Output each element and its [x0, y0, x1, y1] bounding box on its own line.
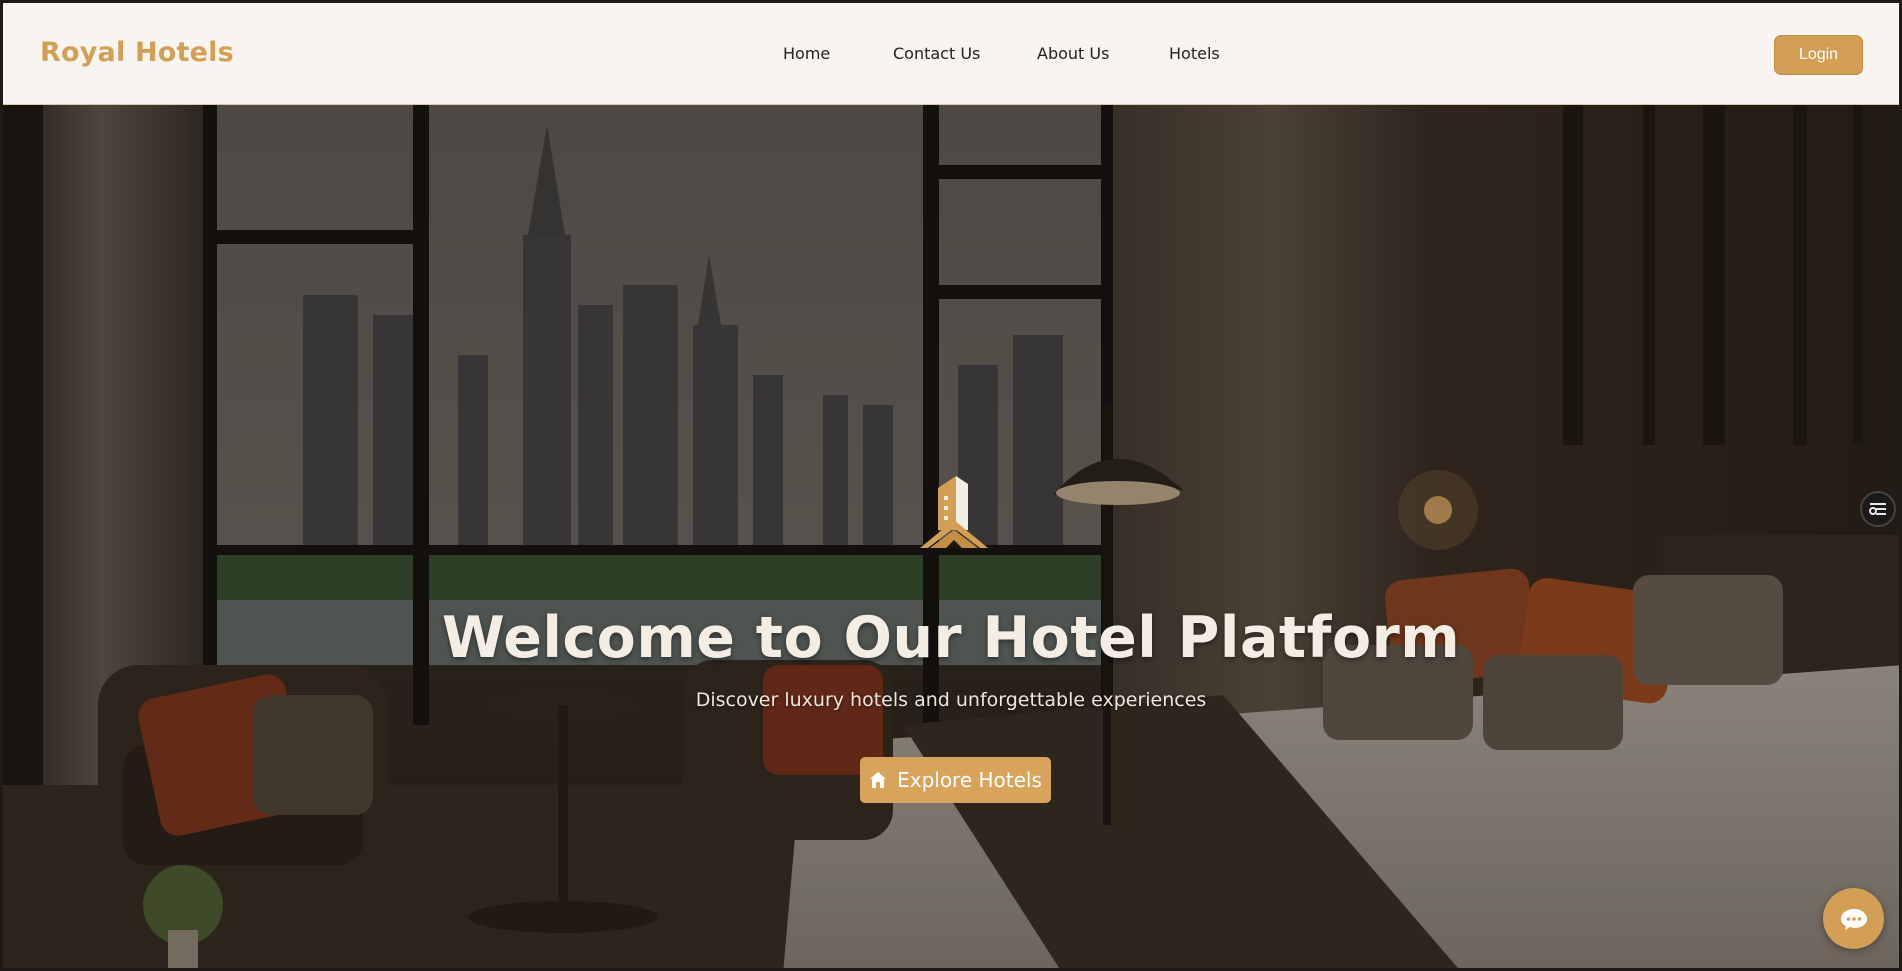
- hero-content: Welcome to Our Hotel Platform Discover l…: [3, 105, 1899, 968]
- hero-section: Welcome to Our Hotel Platform Discover l…: [3, 105, 1899, 968]
- main-nav: Home Contact Us About Us Hotels: [3, 44, 1899, 68]
- home-icon: [870, 772, 887, 788]
- explore-hotels-button[interactable]: Explore Hotels: [860, 757, 1051, 803]
- nav-contact-us[interactable]: Contact Us: [893, 44, 980, 63]
- login-button[interactable]: Login: [1774, 35, 1863, 75]
- page-frame: Royal Hotels Home Contact Us About Us Ho…: [0, 0, 1902, 971]
- hero-title: Welcome to Our Hotel Platform: [441, 605, 1461, 671]
- nav-hotels[interactable]: Hotels: [1169, 44, 1220, 63]
- hero-subtitle: Discover luxury hotels and unforgettable…: [695, 689, 1207, 711]
- nav-about-us[interactable]: About Us: [1037, 44, 1109, 63]
- top-navbar: Royal Hotels Home Contact Us About Us Ho…: [3, 3, 1899, 105]
- chat-bubble-icon: [1840, 908, 1867, 930]
- hotel-building-logo-icon: [920, 476, 988, 548]
- explore-hotels-label: Explore Hotels: [897, 768, 1042, 792]
- chat-button[interactable]: [1823, 888, 1884, 949]
- nav-home[interactable]: Home: [783, 44, 830, 63]
- accessibility-widget-button[interactable]: [1860, 491, 1896, 527]
- settings-list-icon: [1869, 503, 1886, 515]
